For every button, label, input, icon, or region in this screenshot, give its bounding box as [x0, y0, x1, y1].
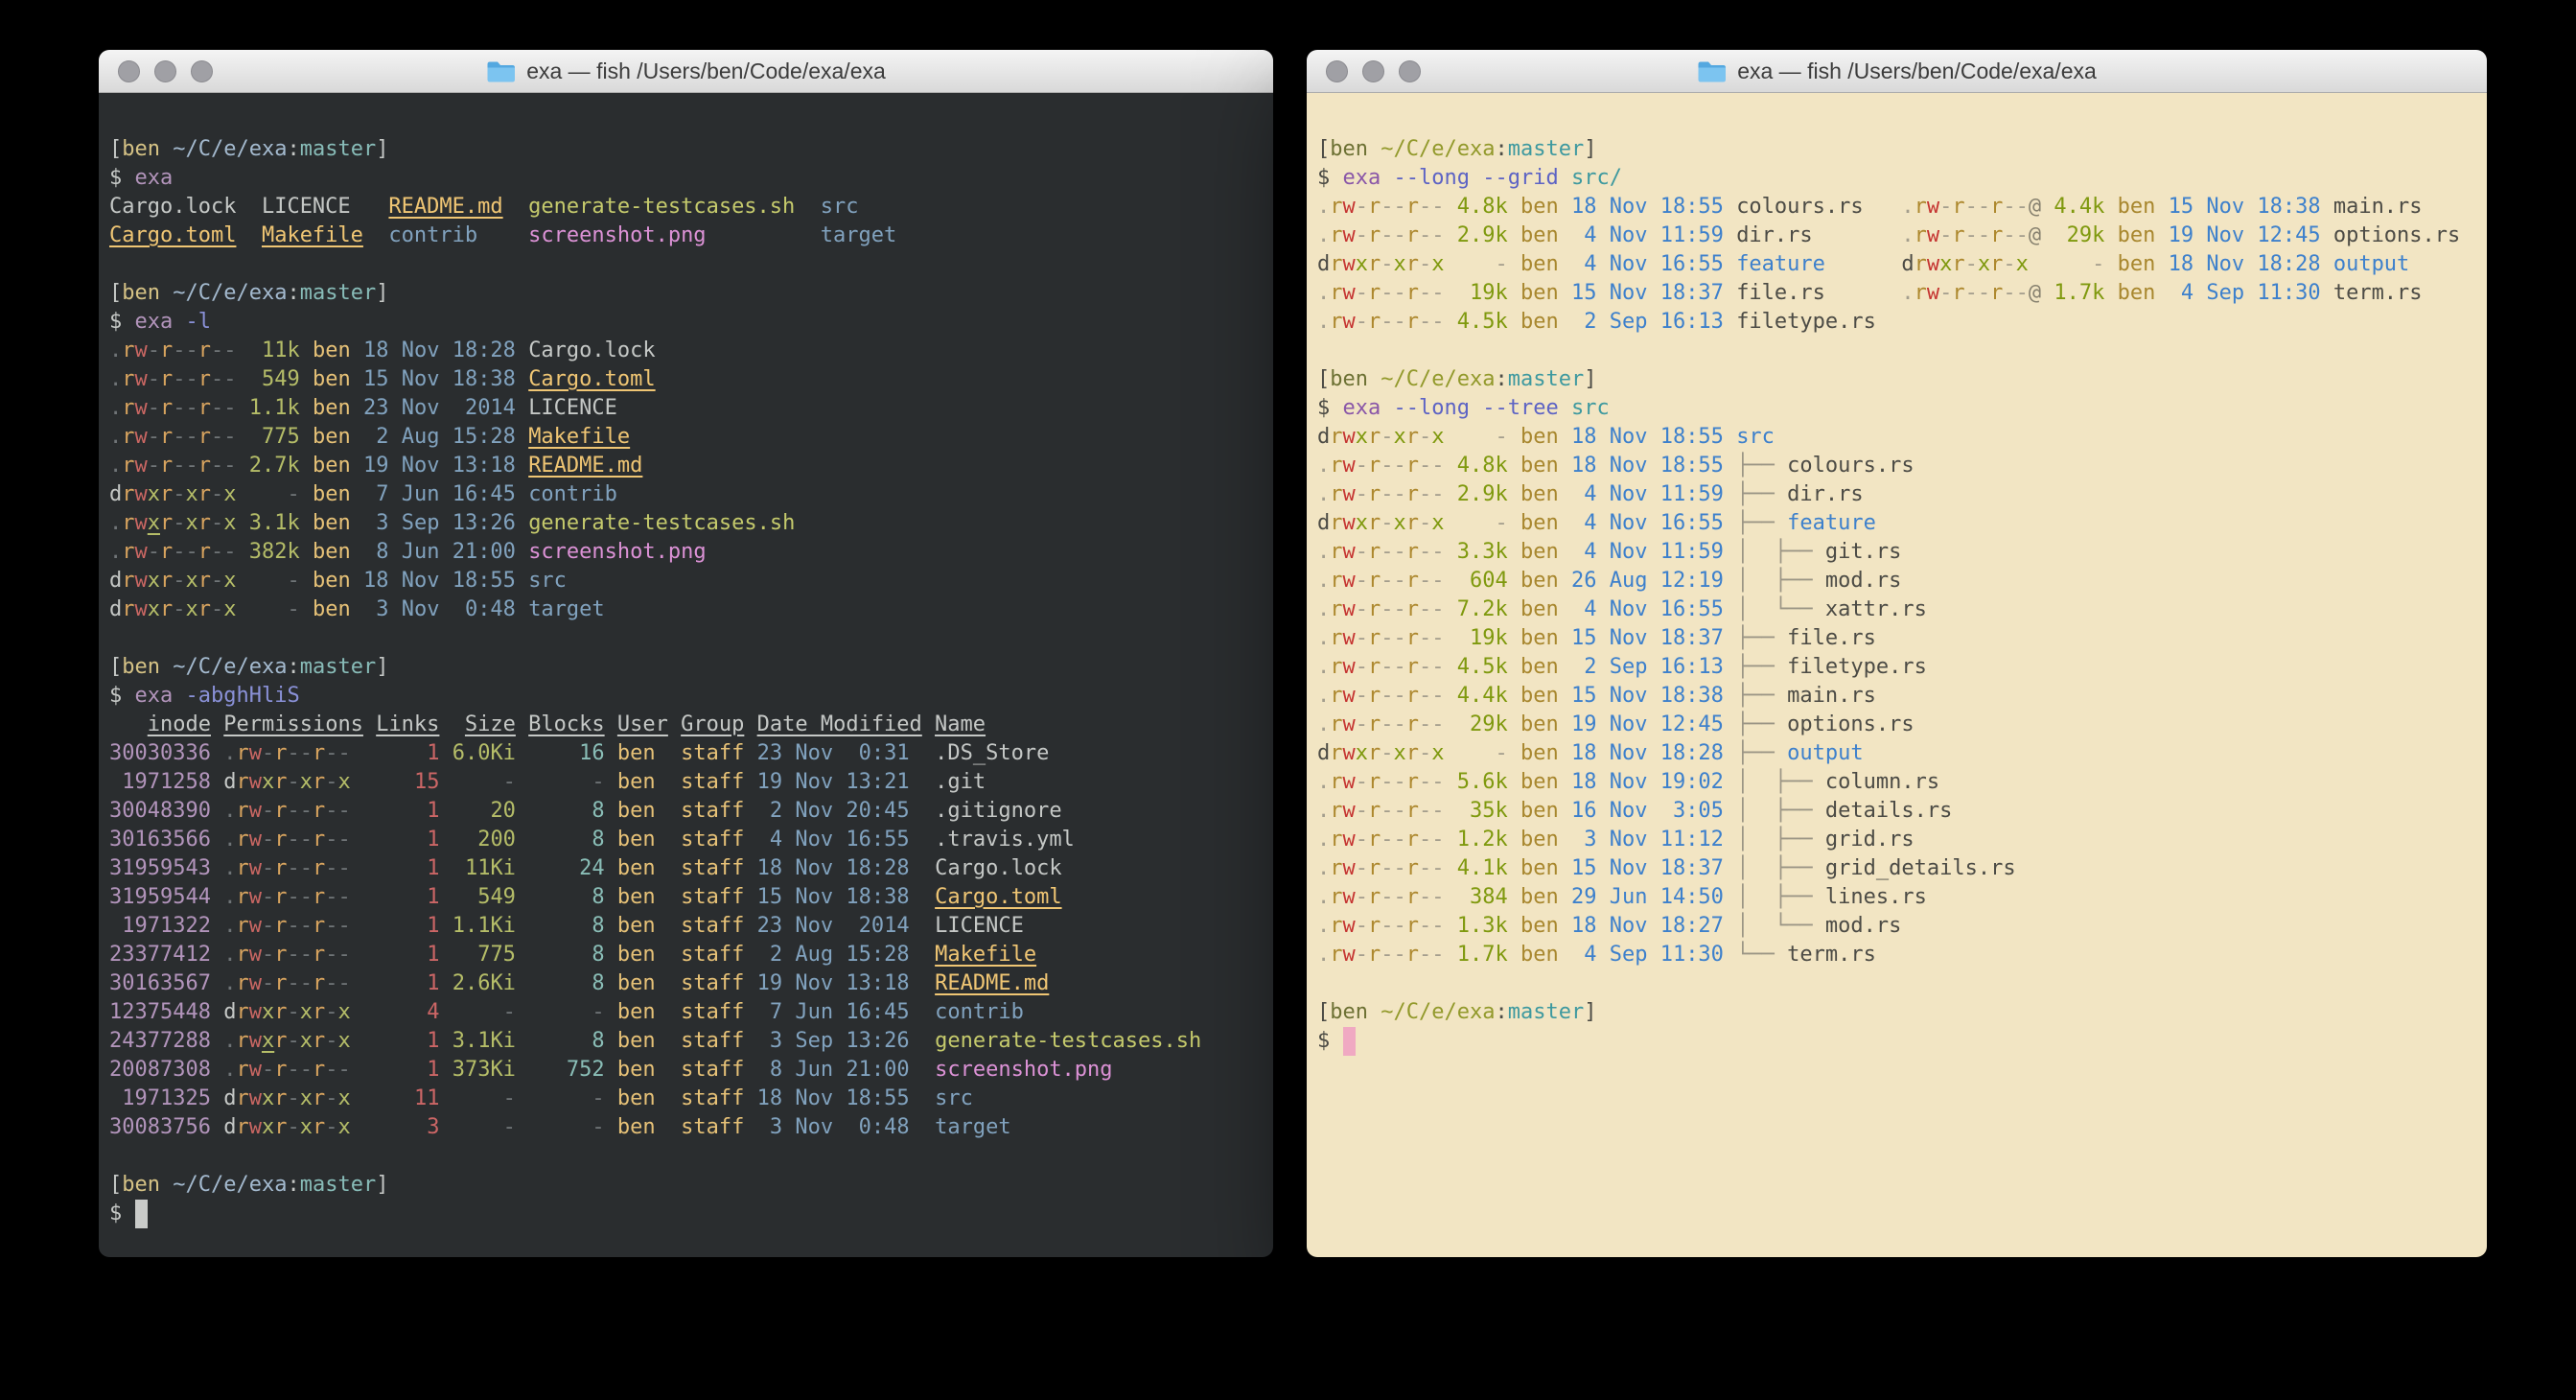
- window-title: exa — fish /Users/ben/Code/exa/exa: [486, 58, 886, 84]
- terminal-cursor: [135, 1200, 148, 1228]
- terminal-line: .rw-r--r-- 11k ben 18 Nov 18:28 Cargo.lo…: [109, 337, 1273, 365]
- terminal-line: Cargo.lock LICENCE README.md generate-te…: [109, 193, 1273, 222]
- terminal-line: .rw-r--r-- 2.7k ben 19 Nov 13:18 README.…: [109, 452, 1273, 480]
- terminal-line: [ben ~/C/e/exa:master]: [109, 279, 1273, 308]
- terminal-line: [109, 106, 1273, 135]
- window-title-text: exa — fish /Users/ben/Code/exa/exa: [526, 58, 886, 84]
- traffic-lights: [1326, 50, 1421, 92]
- desktop: { "canvas": {"bg": "#000000"}, "title_ic…: [0, 0, 2576, 1400]
- terminal-line: [1317, 337, 2487, 365]
- terminal-line: drwxr-xr-x - ben 18 Nov 18:55 src: [1317, 423, 2487, 452]
- terminal-line: $ exa --long --tree src: [1317, 394, 2487, 423]
- terminal-line: .rw-r--r-- 1.1k ben 23 Nov 2014 LICENCE: [109, 394, 1273, 423]
- terminal-line: [ben ~/C/e/exa:master]: [109, 653, 1273, 682]
- terminal-line: .rw-r--r-- 3.3k ben 4 Nov 11:59 │ ├── gi…: [1317, 538, 2487, 567]
- traffic-lights: [118, 50, 213, 92]
- folder-icon: [1697, 59, 1727, 83]
- terminal-line: 1971325 drwxr-xr-x 11 - - ben staff 18 N…: [109, 1085, 1273, 1113]
- terminal-line: .rw-r--r-- 382k ben 8 Jun 21:00 screensh…: [109, 538, 1273, 567]
- terminal-line: [109, 250, 1273, 279]
- terminal-line: .rw-r--r-- 1.7k ben 4 Sep 11:30 └── term…: [1317, 941, 2487, 969]
- terminal-line: [1317, 106, 2487, 135]
- terminal-line: $ exa --long --grid src/: [1317, 164, 2487, 193]
- terminal-line: drwxr-xr-x - ben 7 Jun 16:45 contrib: [109, 480, 1273, 509]
- terminal-line: .rw-r--r-- 2.9k ben 4 Nov 11:59 dir.rs .…: [1317, 222, 2487, 250]
- titlebar[interactable]: exa — fish /Users/ben/Code/exa/exa: [1307, 50, 2487, 93]
- terminal-line: [ben ~/C/e/exa:master]: [1317, 998, 2487, 1027]
- terminal-line: 30048390 .rw-r--r-- 1 20 8 ben staff 2 N…: [109, 797, 1273, 826]
- terminal-line: drwxr-xr-x - ben 3 Nov 0:48 target: [109, 595, 1273, 624]
- terminal-line: .rw-r--r-- 4.4k ben 15 Nov 18:38 ├── mai…: [1317, 682, 2487, 711]
- terminal-line: $: [1317, 1027, 2487, 1056]
- terminal-line: 1971322 .rw-r--r-- 1 1.1Ki 8 ben staff 2…: [109, 912, 1273, 941]
- terminal-line: .rw-r--r-- 1.2k ben 3 Nov 11:12 │ ├── gr…: [1317, 826, 2487, 854]
- terminal-line: 30083756 drwxr-xr-x 3 - - ben staff 3 No…: [109, 1113, 1273, 1142]
- terminal-line: .rw-r--r-- 4.5k ben 2 Sep 16:13 filetype…: [1317, 308, 2487, 337]
- terminal-line: $ exa -abghHliS: [109, 682, 1273, 711]
- terminal-content[interactable]: [ben ~/C/e/exa:master]$ exa --long --gri…: [1307, 93, 2487, 1257]
- terminal-line: .rw-r--r-- 1.3k ben 18 Nov 18:27 │ └── m…: [1317, 912, 2487, 941]
- terminal-line: [109, 1142, 1273, 1171]
- terminal-line: $ exa: [109, 164, 1273, 193]
- terminal-line: .rw-r--r-- 5.6k ben 18 Nov 19:02 │ ├── c…: [1317, 768, 2487, 797]
- terminal-content[interactable]: [ben ~/C/e/exa:master]$ exaCargo.lock LI…: [99, 93, 1273, 1257]
- terminal-line: inode Permissions Links Size Blocks User…: [109, 711, 1273, 739]
- terminal-line: 30163566 .rw-r--r-- 1 200 8 ben staff 4 …: [109, 826, 1273, 854]
- terminal-line: .rw-r--r-- 775 ben 2 Aug 15:28 Makefile: [109, 423, 1273, 452]
- terminal-line: 30163567 .rw-r--r-- 1 2.6Ki 8 ben staff …: [109, 969, 1273, 998]
- terminal-line: .rw-r--r-- 2.9k ben 4 Nov 11:59 ├── dir.…: [1317, 480, 2487, 509]
- terminal-line: .rw-r--r-- 35k ben 16 Nov 3:05 │ ├── det…: [1317, 797, 2487, 826]
- terminal-line: drwxr-xr-x - ben 4 Nov 16:55 feature drw…: [1317, 250, 2487, 279]
- close-button[interactable]: [1326, 60, 1348, 82]
- terminal-line: .rw-r--r-- 4.8k ben 18 Nov 18:55 colours…: [1317, 193, 2487, 222]
- terminal-line: $: [109, 1200, 1273, 1228]
- terminal-line: .rw-r--r-- 4.8k ben 18 Nov 18:55 ├── col…: [1317, 452, 2487, 480]
- terminal-line: drwxr-xr-x - ben 18 Nov 18:55 src: [109, 567, 1273, 595]
- zoom-button[interactable]: [191, 60, 213, 82]
- terminal-window-left: exa — fish /Users/ben/Code/exa/exa [ben …: [99, 50, 1273, 1257]
- terminal-line: .rw-r--r-- 549 ben 15 Nov 18:38 Cargo.to…: [109, 365, 1273, 394]
- terminal-line: .rw-r--r-- 29k ben 19 Nov 12:45 ├── opti…: [1317, 711, 2487, 739]
- terminal-line: [ben ~/C/e/exa:master]: [1317, 365, 2487, 394]
- terminal-window-right: exa — fish /Users/ben/Code/exa/exa [ben …: [1307, 50, 2487, 1257]
- terminal-line: [ben ~/C/e/exa:master]: [109, 135, 1273, 164]
- terminal-line: 31959544 .rw-r--r-- 1 549 8 ben staff 15…: [109, 883, 1273, 912]
- terminal-line: drwxr-xr-x - ben 18 Nov 18:28 ├── output: [1317, 739, 2487, 768]
- terminal-line: 31959543 .rw-r--r-- 1 11Ki 24 ben staff …: [109, 854, 1273, 883]
- terminal-line: 24377288 .rwxr-xr-x 1 3.1Ki 8 ben staff …: [109, 1027, 1273, 1056]
- terminal-line: .rw-r--r-- 384 ben 29 Jun 14:50 │ ├── li…: [1317, 883, 2487, 912]
- terminal-line: [1317, 969, 2487, 998]
- terminal-line: 20087308 .rw-r--r-- 1 373Ki 752 ben staf…: [109, 1056, 1273, 1085]
- terminal-line: .rw-r--r-- 7.2k ben 4 Nov 16:55 │ └── xa…: [1317, 595, 2487, 624]
- minimize-button[interactable]: [154, 60, 176, 82]
- window-title-text: exa — fish /Users/ben/Code/exa/exa: [1737, 58, 2097, 84]
- terminal-line: Cargo.toml Makefile contrib screenshot.p…: [109, 222, 1273, 250]
- terminal-line: drwxr-xr-x - ben 4 Nov 16:55 ├── feature: [1317, 509, 2487, 538]
- terminal-line: 12375448 drwxr-xr-x 4 - - ben staff 7 Ju…: [109, 998, 1273, 1027]
- folder-icon: [486, 59, 516, 83]
- terminal-line: $ exa -l: [109, 308, 1273, 337]
- terminal-line: [ben ~/C/e/exa:master]: [1317, 135, 2487, 164]
- terminal-cursor: [1343, 1027, 1356, 1056]
- terminal-line: .rwxr-xr-x 3.1k ben 3 Sep 13:26 generate…: [109, 509, 1273, 538]
- terminal-line: .rw-r--r-- 604 ben 26 Aug 12:19 │ ├── mo…: [1317, 567, 2487, 595]
- terminal-line: .rw-r--r-- 19k ben 15 Nov 18:37 ├── file…: [1317, 624, 2487, 653]
- terminal-line: 30030336 .rw-r--r-- 1 6.0Ki 16 ben staff…: [109, 739, 1273, 768]
- minimize-button[interactable]: [1362, 60, 1384, 82]
- close-button[interactable]: [118, 60, 140, 82]
- terminal-line: .rw-r--r-- 4.1k ben 15 Nov 18:37 │ ├── g…: [1317, 854, 2487, 883]
- terminal-line: [109, 624, 1273, 653]
- terminal-line: .rw-r--r-- 4.5k ben 2 Sep 16:13 ├── file…: [1317, 653, 2487, 682]
- titlebar[interactable]: exa — fish /Users/ben/Code/exa/exa: [99, 50, 1273, 93]
- terminal-line: 1971258 drwxr-xr-x 15 - - ben staff 19 N…: [109, 768, 1273, 797]
- zoom-button[interactable]: [1399, 60, 1421, 82]
- terminal-line: [ben ~/C/e/exa:master]: [109, 1171, 1273, 1200]
- terminal-line: .rw-r--r-- 19k ben 15 Nov 18:37 file.rs …: [1317, 279, 2487, 308]
- terminal-line: 23377412 .rw-r--r-- 1 775 8 ben staff 2 …: [109, 941, 1273, 969]
- window-title: exa — fish /Users/ben/Code/exa/exa: [1697, 58, 2097, 84]
